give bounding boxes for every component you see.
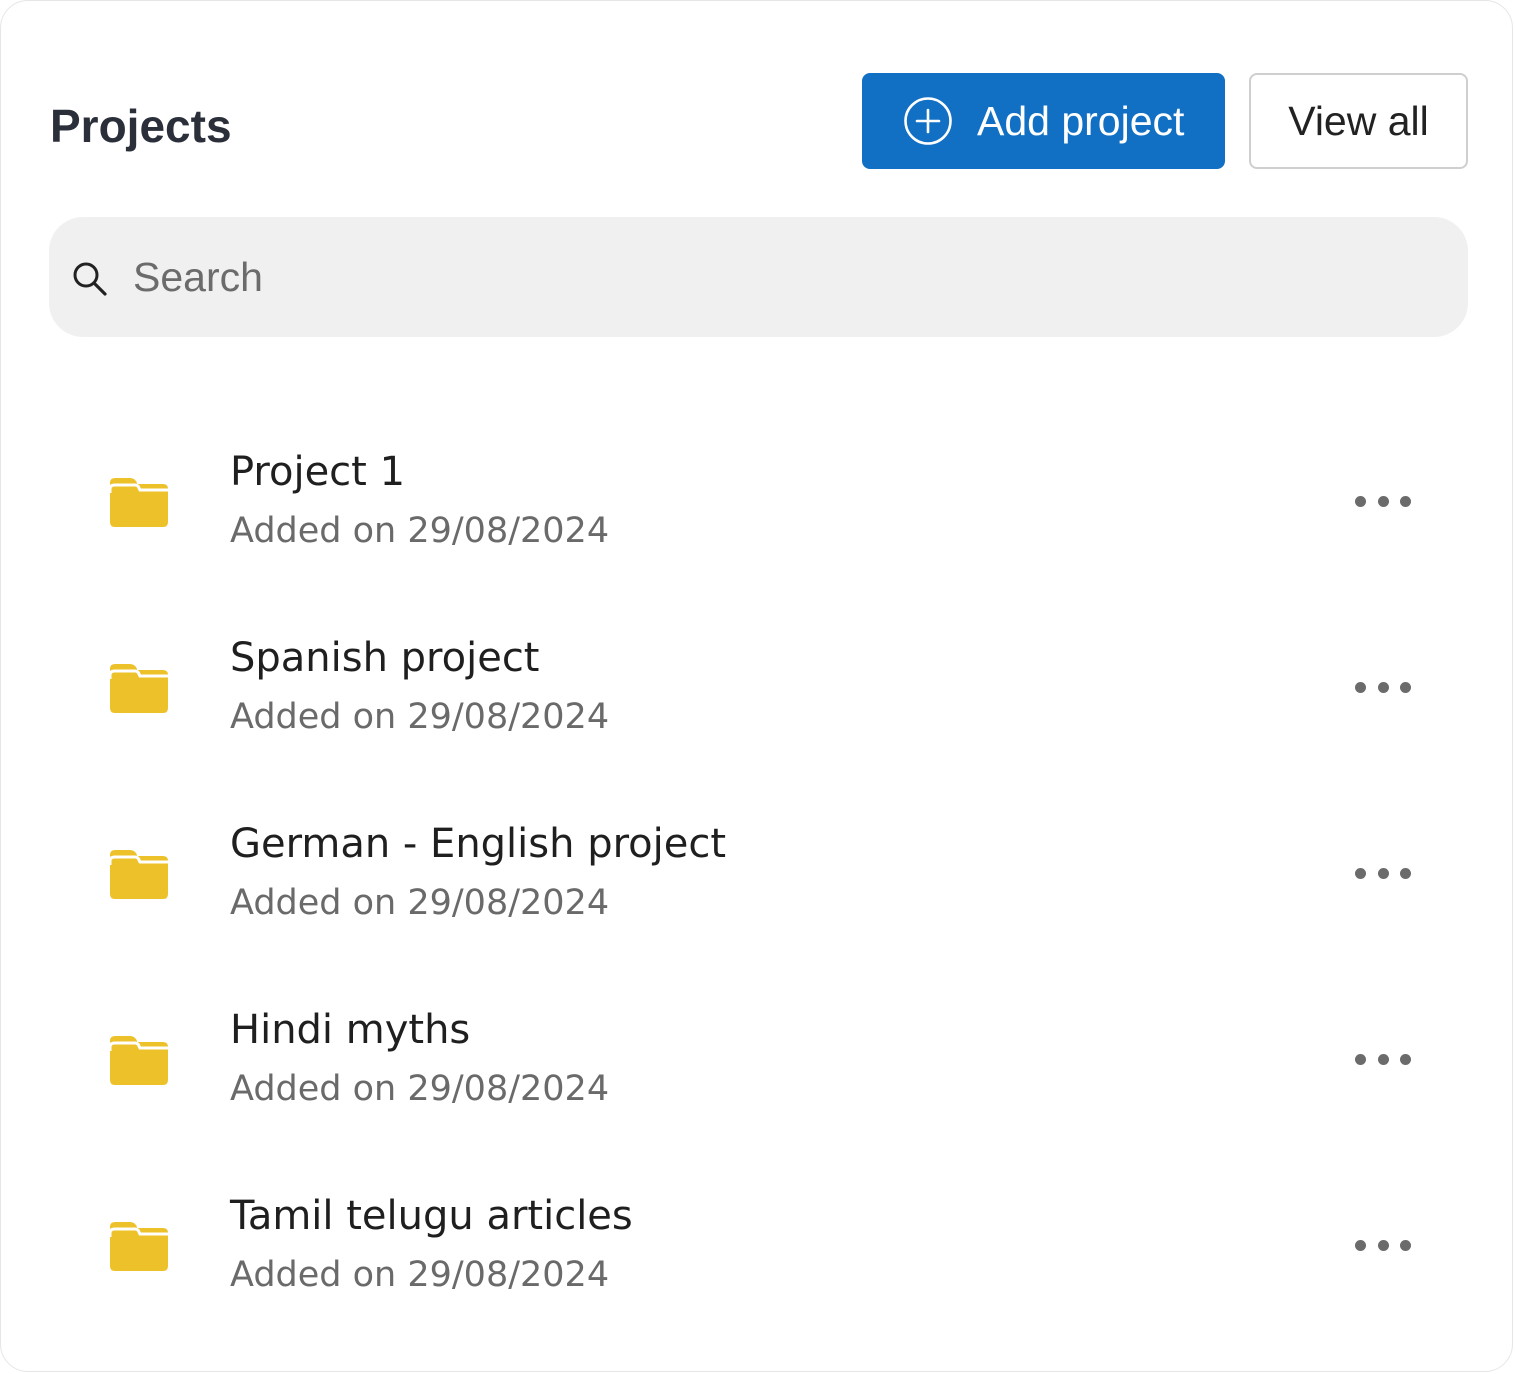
- view-all-button[interactable]: View all: [1249, 73, 1468, 169]
- more-horizontal-icon: [1355, 1053, 1366, 1065]
- more-options-button[interactable]: [1355, 491, 1411, 511]
- more-horizontal-icon: [1355, 681, 1366, 693]
- project-name[interactable]: Hindi myths: [230, 1005, 470, 1055]
- search-bar[interactable]: [49, 217, 1468, 337]
- more-horizontal-icon: [1355, 867, 1366, 879]
- project-name[interactable]: Spanish project: [230, 633, 540, 683]
- list-item[interactable]: Project 1 Added on 29/08/2024: [49, 421, 1468, 581]
- more-horizontal-icon: [1355, 495, 1366, 507]
- project-date: Added on 29/08/2024: [230, 1069, 610, 1109]
- more-options-button[interactable]: [1355, 1049, 1411, 1069]
- list-item[interactable]: Spanish project Added on 29/08/2024: [49, 607, 1468, 767]
- search-icon: [73, 262, 107, 296]
- project-date: Added on 29/08/2024: [230, 1255, 610, 1295]
- list-item[interactable]: German - English project Added on 29/08/…: [49, 793, 1468, 953]
- folder-icon: [108, 1036, 168, 1085]
- more-options-button[interactable]: [1355, 677, 1411, 697]
- add-project-button[interactable]: Add project: [862, 73, 1225, 169]
- folder-icon: [108, 1222, 168, 1271]
- folder-icon: [108, 664, 168, 713]
- list-item[interactable]: Tamil telugu articles Added on 29/08/202…: [49, 1165, 1468, 1325]
- more-horizontal-icon: [1355, 1239, 1366, 1251]
- project-name[interactable]: German - English project: [230, 819, 726, 869]
- project-date: Added on 29/08/2024: [230, 883, 610, 923]
- projects-card: Projects Add project View all Project 1 …: [0, 0, 1513, 1372]
- list-item[interactable]: Hindi myths Added on 29/08/2024: [49, 979, 1468, 1139]
- project-name[interactable]: Project 1: [230, 447, 405, 497]
- search-input[interactable]: [133, 247, 1433, 307]
- project-date: Added on 29/08/2024: [230, 511, 610, 551]
- project-name[interactable]: Tamil telugu articles: [230, 1191, 633, 1241]
- folder-icon: [108, 850, 168, 899]
- view-all-label: View all: [1288, 98, 1429, 144]
- page-title: Projects: [50, 100, 232, 152]
- folder-icon: [108, 478, 168, 527]
- plus-circle-icon: [904, 97, 952, 145]
- more-options-button[interactable]: [1355, 863, 1411, 883]
- add-project-label: Add project: [977, 98, 1185, 144]
- project-date: Added on 29/08/2024: [230, 697, 610, 737]
- more-options-button[interactable]: [1355, 1235, 1411, 1255]
